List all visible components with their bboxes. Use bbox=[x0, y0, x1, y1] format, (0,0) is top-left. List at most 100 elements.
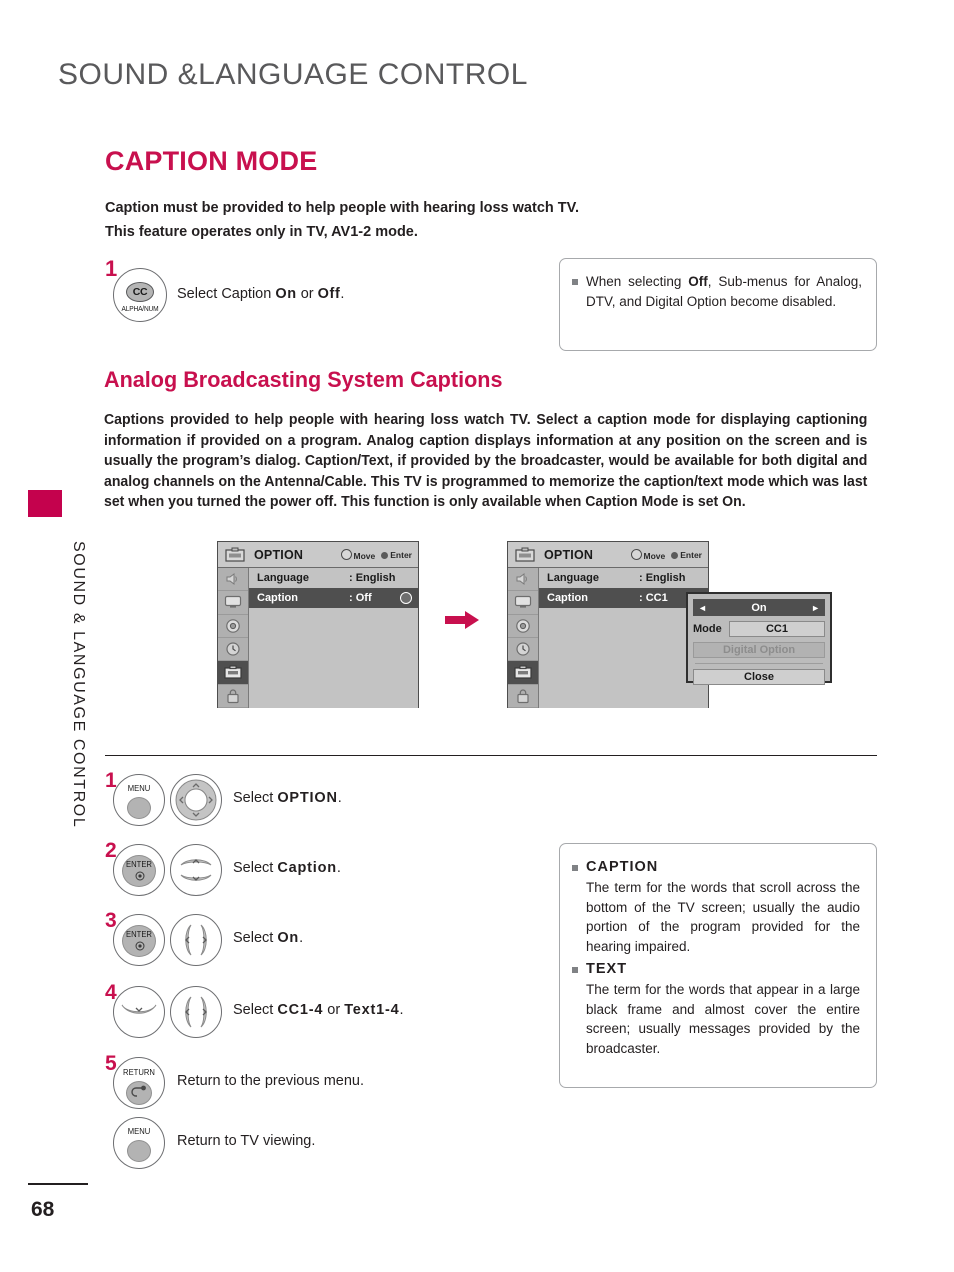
audio-icon bbox=[226, 573, 237, 586]
close-button[interactable]: Close bbox=[693, 669, 825, 685]
osd-title-after: OPTION bbox=[544, 547, 594, 562]
picture-icon bbox=[514, 596, 532, 609]
osd-hint-enter-label-after: Enter bbox=[680, 549, 702, 560]
left-arrow-icon[interactable]: ◄ bbox=[698, 603, 707, 613]
right-arrow-icon[interactable]: ► bbox=[811, 603, 820, 613]
osd-row-language-before[interactable]: Language : English bbox=[249, 568, 418, 588]
remote-step-menu-exit-text: Return to TV viewing. bbox=[177, 1133, 316, 1149]
remote-step-1-bold: OPTION bbox=[277, 790, 338, 806]
up-down-arrows-icon bbox=[180, 859, 212, 881]
option-icon-glyph bbox=[225, 547, 245, 562]
note-off-bold: Off bbox=[688, 274, 708, 289]
enter-knob-icon bbox=[400, 592, 412, 604]
chapter-title: SOUND &LANGUAGE CONTROL bbox=[58, 58, 528, 91]
remote-step-3-bold: On bbox=[277, 930, 300, 946]
caption-popup-toggle[interactable]: ◄ On ► bbox=[693, 599, 825, 616]
remote-step-3-before: Select bbox=[233, 930, 278, 946]
sidebar-vertical-label: SOUND & LANGUAGE CONTROL bbox=[70, 541, 87, 829]
page-title: CAPTION MODE bbox=[105, 146, 318, 176]
left-right-arrows-icon bbox=[185, 924, 207, 956]
lock-icon bbox=[517, 689, 529, 703]
intro-text: Caption must be provided to help people … bbox=[105, 196, 665, 244]
remote-step-4-bold2: Text1-4 bbox=[344, 1002, 400, 1018]
enter-hint-icon bbox=[671, 551, 679, 559]
osd-hints-after: Move Enter bbox=[630, 548, 702, 561]
rail-item-time[interactable] bbox=[218, 638, 248, 662]
return-button[interactable]: RETURN bbox=[113, 1057, 165, 1109]
osd-row-caption-before[interactable]: Caption : Off bbox=[249, 588, 418, 608]
dpad-hint-icon bbox=[630, 548, 642, 560]
cc-alphanum-button[interactable]: CC ALPHA/NUM bbox=[113, 268, 167, 322]
caption-term-head: CAPTION bbox=[586, 859, 659, 875]
return-arrow-icon bbox=[131, 1085, 146, 1097]
remote-step-4-bold: CC1-4 bbox=[277, 1002, 324, 1018]
osd-row-value: : English bbox=[639, 572, 686, 584]
enter-button-3[interactable]: ENTER bbox=[113, 914, 165, 966]
step-1-row: 1 CC ALPHA/NUM Select Caption On or Off. bbox=[105, 258, 525, 322]
updown-button-2[interactable] bbox=[170, 844, 222, 896]
rail-item-audio[interactable] bbox=[508, 568, 538, 592]
osd-hint-move-after: Move bbox=[630, 548, 666, 561]
osd-hint-move-before: Move bbox=[340, 548, 375, 561]
osd-row-caption-after[interactable]: Caption : CC1 bbox=[539, 588, 708, 608]
rail-item-time[interactable] bbox=[508, 638, 538, 662]
remote-step-4-after: . bbox=[399, 1002, 404, 1018]
remote-step-3: 3 ENTER Select On. bbox=[105, 910, 525, 968]
analog-para-part3: . bbox=[741, 494, 746, 510]
analog-paragraph: Captions provided to help people with he… bbox=[104, 410, 867, 513]
popup-divider bbox=[695, 663, 823, 664]
picture-icon bbox=[224, 596, 242, 609]
caption-mode-row: Mode CC1 bbox=[693, 621, 825, 637]
osd-hint-enter-before: Enter bbox=[381, 550, 412, 560]
remote-step-5-text: Return to the previous menu. bbox=[177, 1073, 364, 1089]
step-1-text-before: Select Caption bbox=[177, 286, 276, 302]
flow-arrow bbox=[445, 610, 481, 630]
text-term-row: TEXT bbox=[572, 960, 860, 979]
time-icon bbox=[226, 642, 240, 656]
osd-row-value: : Off bbox=[349, 592, 372, 604]
osd-header-after: OPTION Move Enter bbox=[508, 542, 708, 568]
rail-item-picture[interactable] bbox=[218, 591, 248, 615]
step-1-bold-off: Off bbox=[317, 286, 341, 302]
osd-row-label: Language bbox=[257, 572, 309, 584]
osd-hint-move-label-after: Move bbox=[643, 550, 666, 561]
caption-popup: ◄ On ► Mode CC1 Digital Option Close bbox=[686, 592, 832, 685]
dpad-hint-icon bbox=[340, 548, 352, 560]
step-1-text-after: . bbox=[340, 286, 345, 302]
rail-item-lock[interactable] bbox=[218, 685, 248, 708]
remote-step-5: 5 RETURN Return to the previous menu. bbox=[105, 1053, 535, 1111]
rail-item-picture[interactable] bbox=[508, 591, 538, 615]
audio-icon bbox=[516, 573, 527, 586]
dpad-button-1[interactable] bbox=[170, 774, 222, 826]
rail-item-option[interactable] bbox=[508, 661, 538, 685]
osd-body-after: Language : English Caption : CC1 bbox=[508, 568, 708, 708]
osd-row-label: Caption bbox=[257, 592, 298, 604]
menu-button-label: MENU bbox=[127, 783, 151, 793]
down-button-4[interactable] bbox=[113, 986, 165, 1038]
menu-button-1[interactable]: MENU bbox=[113, 774, 165, 826]
osd-header-before: OPTION Move Enter bbox=[218, 542, 418, 568]
square-bullet-icon bbox=[572, 865, 578, 871]
menu-button-exit[interactable]: MENU bbox=[113, 1117, 165, 1169]
osd-hint-enter-after: Enter bbox=[671, 550, 702, 560]
rail-item-setup[interactable] bbox=[218, 615, 248, 638]
remote-step-2-after: . bbox=[336, 860, 341, 876]
leftright-button-3[interactable] bbox=[170, 914, 222, 966]
caption-mode-value[interactable]: CC1 bbox=[729, 621, 825, 637]
rail-item-lock[interactable] bbox=[508, 685, 538, 708]
osd-row-language-after[interactable]: Language : English bbox=[539, 568, 708, 588]
osd-row-label: Language bbox=[547, 572, 599, 584]
remote-step-1-after: . bbox=[337, 790, 342, 806]
leftright-button-4[interactable] bbox=[170, 986, 222, 1038]
rail-item-setup[interactable] bbox=[508, 615, 538, 638]
rail-item-option[interactable] bbox=[218, 661, 248, 685]
down-arrow-icon bbox=[121, 1004, 157, 1014]
enter-button-2[interactable]: ENTER bbox=[113, 844, 165, 896]
step-1-bold-on: On bbox=[275, 286, 297, 302]
rail-item-audio[interactable] bbox=[218, 568, 248, 592]
remote-step-2-before: Select bbox=[233, 860, 278, 876]
square-bullet-icon bbox=[572, 279, 578, 285]
osd-title-before: OPTION bbox=[254, 547, 304, 562]
enter-button-label: ENTER bbox=[126, 859, 152, 869]
note-box-off: When selecting Off, Sub-menus for Analog… bbox=[559, 258, 877, 351]
